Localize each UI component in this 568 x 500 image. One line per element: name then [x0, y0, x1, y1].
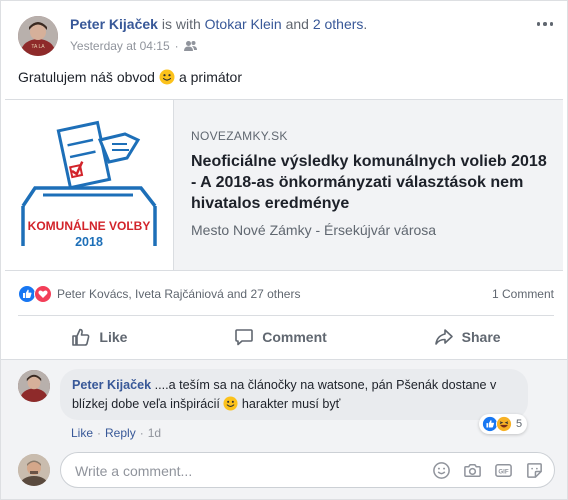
comments-count[interactable]: 1 Comment	[492, 287, 554, 301]
post-card: TA LA Peter Kijaček is with Otokar Klein…	[0, 0, 568, 500]
comment-reactions[interactable]: 5	[479, 414, 528, 434]
commenter-avatar[interactable]	[18, 370, 50, 402]
comment-action-separator: ·	[139, 426, 144, 440]
composer-icons: GIF	[432, 461, 544, 480]
ballot-caption-line1: KOMUNÁLNE VOĽBY	[28, 218, 151, 233]
like-button[interactable]: Like	[51, 321, 147, 353]
reactions-names[interactable]: Peter Kovács, Iveta Rajčániová and 27 ot…	[57, 287, 300, 301]
comment-composer[interactable]: GIF	[60, 452, 555, 488]
link-title[interactable]: Neoficiálne výsledky komunálnych volieb …	[191, 151, 556, 214]
share-label: Share	[461, 329, 501, 345]
action-bar: Like Comment Share	[18, 319, 554, 355]
post-header-line: Peter Kijaček is with Otokar Klein and 2…	[70, 16, 367, 32]
share-arrow-icon	[434, 329, 453, 345]
author-avatar[interactable]: TA LA	[18, 16, 58, 56]
thumbs-up-icon	[72, 328, 90, 346]
speech-bubble-icon	[235, 329, 254, 346]
share-button[interactable]: Share	[414, 321, 521, 353]
sticker-icon[interactable]	[525, 461, 544, 480]
post-text: Gratulujem náš obvod a primátor	[18, 69, 242, 85]
divider	[18, 315, 554, 316]
comment-reaction-count: 5	[516, 418, 523, 430]
comment-bubble: Peter Kijaček ....a teším sa na článočky…	[60, 369, 528, 420]
svg-text:TA LA: TA LA	[31, 44, 45, 50]
post-text-before: Gratulujem náš obvod	[18, 69, 155, 85]
camera-icon[interactable]	[463, 461, 482, 480]
post-timestamp[interactable]: Yesterday at 04:15	[70, 39, 170, 53]
and-text: and	[281, 16, 313, 32]
dot-separator: ·	[174, 39, 179, 53]
post-meta: Yesterday at 04:15 ·	[70, 39, 197, 53]
tagged-others[interactable]: 2 others	[313, 16, 364, 32]
author-name[interactable]: Peter Kijaček	[70, 16, 158, 32]
tagged-person[interactable]: Otokar Klein	[205, 16, 282, 32]
current-user-avatar[interactable]	[18, 454, 50, 486]
haha-reaction-icon	[496, 416, 512, 432]
smiling-face-emoji-icon	[223, 396, 238, 411]
link-preview[interactable]: KOMUNÁLNE VOĽBY 2018 NOVEZAMKY.SK Neofic…	[5, 99, 563, 271]
svg-text:GIF: GIF	[498, 469, 508, 476]
comment-actions: Like · Reply · 1d	[71, 426, 161, 440]
link-preview-text[interactable]: NOVEZAMKY.SK Neoficiálne výsledky komuná…	[191, 129, 556, 238]
link-source: Mesto Nové Zámky - Érsekújvár városa	[191, 222, 437, 238]
reactions-summary[interactable]: Peter Kovács, Iveta Rajčániová and 27 ot…	[18, 285, 300, 303]
gif-icon[interactable]: GIF	[494, 461, 513, 480]
header-period: .	[363, 16, 368, 32]
comment-button[interactable]: Comment	[214, 321, 347, 353]
comment-reply-link[interactable]: Reply	[105, 426, 136, 440]
comment-age[interactable]: 1d	[148, 426, 161, 440]
comment-text-after: harakter musí byť	[241, 397, 341, 411]
friends-icon[interactable]	[183, 40, 197, 52]
reaction-icons	[18, 285, 52, 303]
link-preview-image[interactable]: KOMUNÁLNE VOĽBY 2018	[5, 100, 174, 270]
comment-label: Comment	[262, 329, 327, 345]
comment-action-separator: ·	[97, 426, 102, 440]
more-options-icon[interactable]	[535, 17, 555, 31]
post-text-after: a primátor	[178, 69, 242, 85]
with-text: is with	[157, 16, 205, 32]
comment-author[interactable]: Peter Kijaček	[72, 378, 151, 392]
ballot-caption-line2: 2018	[75, 235, 103, 249]
smiling-face-emoji-icon	[159, 69, 175, 85]
emoji-icon[interactable]	[432, 461, 451, 480]
comment-input[interactable]	[73, 460, 427, 482]
love-reaction-icon	[34, 285, 52, 303]
link-domain: NOVEZAMKY.SK	[191, 129, 288, 143]
comment-like-link[interactable]: Like	[71, 426, 93, 440]
like-label: Like	[99, 329, 128, 345]
